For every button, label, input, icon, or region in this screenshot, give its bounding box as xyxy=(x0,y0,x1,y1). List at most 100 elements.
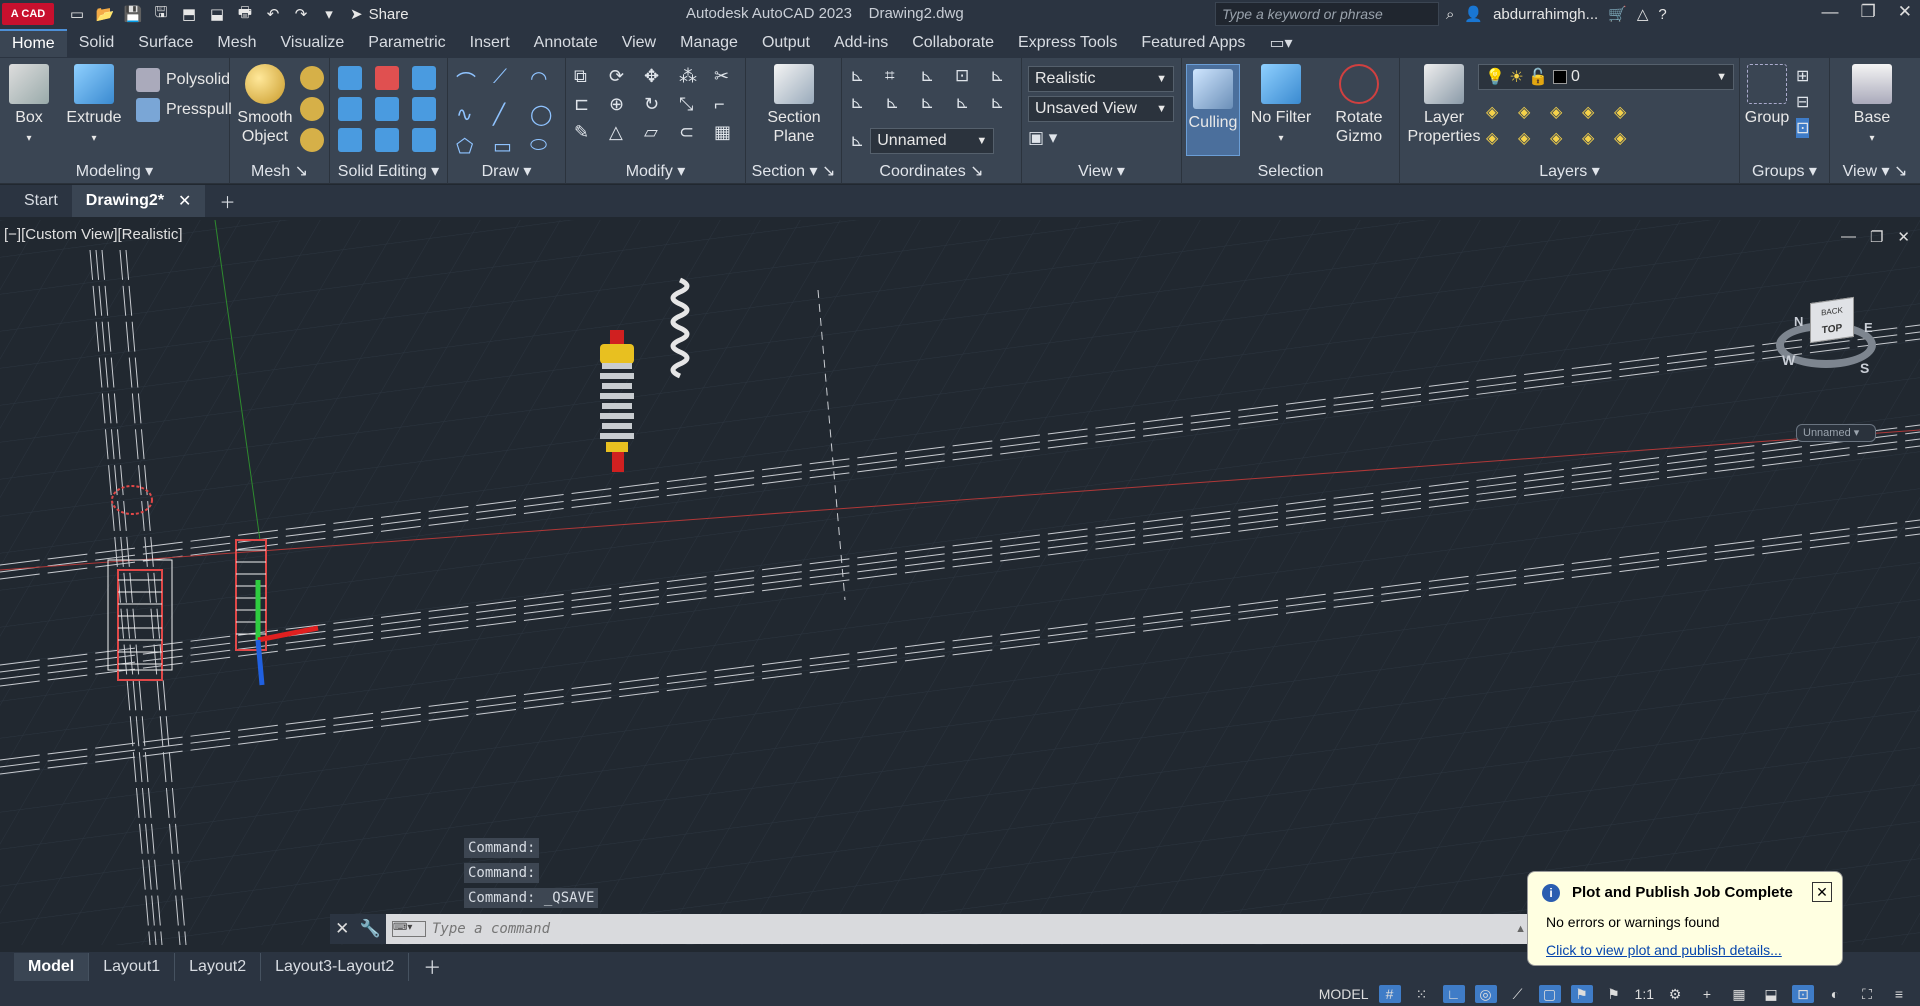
arc-icon[interactable]: ◠ xyxy=(530,66,560,95)
tab-mesh[interactable]: Mesh xyxy=(205,30,268,56)
tab-layout1[interactable]: Layout1 xyxy=(89,953,176,981)
no-filter-button[interactable]: No Filter ▾ xyxy=(1244,64,1318,148)
box-button[interactable]: Box ▾ xyxy=(6,64,52,148)
save-icon[interactable]: 💾 xyxy=(122,4,144,24)
section-plane-button[interactable]: Section Plane xyxy=(758,64,830,146)
close-notification-icon[interactable]: ✕ xyxy=(1812,882,1832,902)
move-icon[interactable]: ✥ xyxy=(644,66,672,87)
ucs-origin-icon[interactable]: ⊾ xyxy=(920,66,948,86)
layer-dropdown[interactable]: 💡 ☀ 🔓 0 ▼ xyxy=(1478,64,1734,90)
layer-tool-icon[interactable]: ◈ xyxy=(1486,102,1512,122)
copy-icon[interactable]: ⊂ xyxy=(679,122,707,143)
panel-title-section[interactable]: Section ▾ ↘ xyxy=(746,160,841,184)
panel-title-layers[interactable]: Layers ▾ xyxy=(1400,160,1739,184)
autocad-logo[interactable]: A CAD xyxy=(2,3,54,25)
plot-icon[interactable]: 🖶 xyxy=(234,4,256,24)
tab-start[interactable]: Start xyxy=(10,186,72,216)
polyline-icon[interactable]: ⌒ xyxy=(456,66,486,95)
share-button[interactable]: ➤ Share xyxy=(350,5,409,24)
tab-express-tools[interactable]: Express Tools xyxy=(1006,30,1129,56)
ortho-icon[interactable]: ∟ xyxy=(1442,985,1465,1003)
3d-array-icon[interactable]: ⁂ xyxy=(679,66,707,87)
minimize-icon[interactable]: — xyxy=(1822,2,1839,22)
help-icon[interactable]: ? xyxy=(1658,6,1666,23)
union-icon[interactable] xyxy=(338,66,362,90)
save-web-icon[interactable]: ⬓ xyxy=(206,4,228,24)
panel-title-view[interactable]: View ▾ xyxy=(1022,160,1181,184)
grid-icon[interactable]: # xyxy=(1378,985,1401,1003)
align-icon[interactable]: △ xyxy=(609,122,637,143)
group-edit-icon[interactable]: ⊟ xyxy=(1796,92,1809,112)
layer-tool-icon[interactable]: ◈ xyxy=(1582,128,1608,148)
array-icon[interactable]: ▦ xyxy=(714,122,742,143)
smooth-object-button[interactable]: Smooth Object xyxy=(234,64,296,146)
polar-icon[interactable]: ◎ xyxy=(1474,985,1497,1003)
rotate-gizmo-button[interactable]: Rotate Gizmo xyxy=(1322,64,1396,146)
annotation-autoscale-icon[interactable]: ⚑ xyxy=(1603,985,1625,1003)
ucs-view-icon[interactable]: ⊡ xyxy=(955,66,983,86)
command-history-arrow-icon[interactable]: ▲ xyxy=(1515,923,1526,935)
command-prompt-icon[interactable]: ⌨▾ xyxy=(392,921,426,937)
isolate-objects-icon[interactable]: ◐ xyxy=(1824,985,1846,1003)
restore-icon[interactable]: ❐ xyxy=(1861,2,1876,22)
layer-tool-icon[interactable]: ◈ xyxy=(1614,102,1640,122)
layer-tool-icon[interactable]: ◈ xyxy=(1518,102,1544,122)
tab-solid[interactable]: Solid xyxy=(67,30,127,56)
view-camera-icon[interactable]: ▣ ▾ xyxy=(1028,128,1057,148)
close-icon[interactable]: ✕ xyxy=(1898,2,1912,22)
tab-view[interactable]: View xyxy=(610,30,668,56)
spline-icon[interactable]: ∿ xyxy=(456,102,486,127)
tab-layout2[interactable]: Layout2 xyxy=(175,953,262,981)
viewport-label[interactable]: [−][Custom View][Realistic] xyxy=(4,226,183,243)
tab-output[interactable]: Output xyxy=(750,30,822,56)
autodesk-app-icon[interactable]: △ xyxy=(1637,5,1649,23)
polygon-icon[interactable]: ⬠ xyxy=(456,134,486,159)
scale-icon[interactable]: ⤡ xyxy=(679,94,707,115)
subtract-icon[interactable] xyxy=(375,66,399,90)
rotate-icon[interactable]: ↻ xyxy=(644,94,672,115)
close-tab-icon[interactable]: ✕ xyxy=(178,191,191,211)
tab-visualize[interactable]: Visualize xyxy=(269,30,357,56)
add-layout-button[interactable]: ＋ xyxy=(409,949,455,985)
tab-insert[interactable]: Insert xyxy=(458,30,522,56)
tab-parametric[interactable]: Parametric xyxy=(356,30,457,56)
ucs-x-icon[interactable]: ⊾ xyxy=(920,93,948,113)
tab-model[interactable]: Model xyxy=(14,953,90,981)
fillet-edge-icon[interactable] xyxy=(412,128,436,152)
circle-icon[interactable]: ◯ xyxy=(530,102,560,127)
ungroup-icon[interactable]: ⊞ xyxy=(1796,66,1809,86)
user-icon[interactable]: 👤 xyxy=(1464,5,1483,23)
settings-gear-icon[interactable]: ⚙ xyxy=(1664,985,1686,1003)
layer-tool-icon[interactable]: ◈ xyxy=(1486,128,1512,148)
notification-details-link[interactable]: Click to view plot and publish details..… xyxy=(1546,942,1782,958)
tab-home[interactable]: Home xyxy=(0,29,67,57)
viewcube-box[interactable]: BACK TOP xyxy=(1810,296,1854,344)
layer-tool-icon[interactable]: ◈ xyxy=(1550,128,1576,148)
3d-rotate-icon[interactable]: ⟳ xyxy=(609,66,637,87)
stretch-icon[interactable]: ▱ xyxy=(644,122,672,143)
3d-move-icon[interactable]: ⊕ xyxy=(609,94,637,115)
slice-icon[interactable] xyxy=(412,66,436,90)
tab-add-ins[interactable]: Add-ins xyxy=(822,30,900,56)
tab-collaborate[interactable]: Collaborate xyxy=(900,30,1006,56)
ucs-face-icon[interactable]: ⊾ xyxy=(850,93,878,113)
erase-icon[interactable]: ✎ xyxy=(574,122,602,143)
separate-icon[interactable] xyxy=(338,128,362,152)
panel-title-draw[interactable]: Draw ▾ xyxy=(448,160,565,184)
ellipse-icon[interactable]: ⬭ xyxy=(530,134,560,159)
new-tab-button[interactable]: ＋ xyxy=(205,183,249,219)
intersect-icon[interactable] xyxy=(338,97,362,121)
shell-icon[interactable] xyxy=(375,128,399,152)
save-as-icon[interactable]: 🖫 xyxy=(150,4,172,24)
panel-title-mesh[interactable]: Mesh ↘ xyxy=(230,160,329,184)
panel-title-groups[interactable]: Groups ▾ xyxy=(1740,160,1829,184)
tab-featured-apps[interactable]: Featured Apps xyxy=(1129,30,1257,56)
search-icon[interactable]: ⌕ xyxy=(1446,6,1454,23)
culling-button[interactable]: Culling xyxy=(1186,64,1240,156)
cart-icon[interactable]: 🛒 xyxy=(1608,5,1627,23)
close-command-line-icon[interactable]: ✕ xyxy=(335,919,349,939)
layer-tool-icon[interactable]: ◈ xyxy=(1614,128,1640,148)
drawing-viewport[interactable]: [−][Custom View][Realistic] — ❐ ✕ BACK T… xyxy=(0,220,1920,945)
mirror-icon[interactable]: ⧉ xyxy=(574,66,602,87)
tab-layout3[interactable]: Layout3-Layout2 xyxy=(261,953,410,981)
